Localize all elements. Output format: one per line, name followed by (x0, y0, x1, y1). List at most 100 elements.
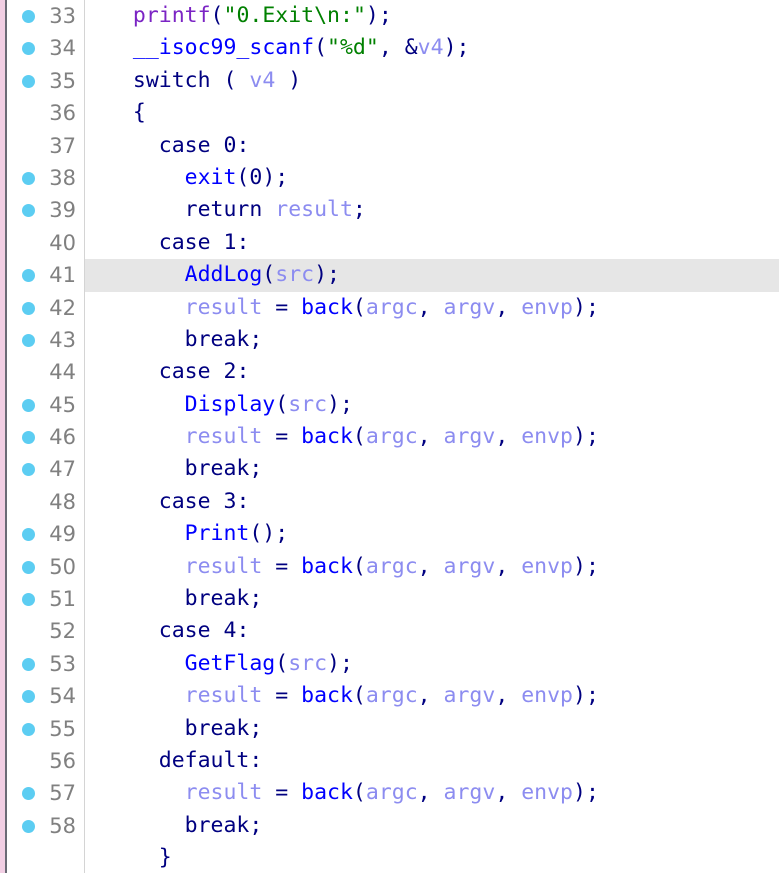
line-gutter[interactable]: 33 (0, 0, 84, 32)
line-number: 54 (49, 684, 76, 709)
line-gutter[interactable]: 58 (0, 810, 84, 842)
code-line-row[interactable]: 42 result = back(argc, argv, envp); (0, 292, 779, 324)
line-number: 40 (49, 230, 76, 255)
code-token: : (249, 747, 263, 773)
line-gutter[interactable]: 35 (0, 65, 84, 97)
line-gutter[interactable]: 53 (0, 648, 84, 680)
code-line-row[interactable]: 55 break; (0, 713, 779, 745)
code-line-text[interactable]: case 2: (85, 356, 250, 388)
code-token: ( (352, 553, 366, 579)
code-token: , (495, 683, 522, 709)
code-line-text[interactable]: case 1: (85, 227, 250, 259)
line-gutter[interactable]: 48 (0, 486, 84, 518)
code-token: ( (275, 391, 289, 417)
code-line-text[interactable]: break; (85, 583, 263, 615)
code-line-row[interactable]: 51 break; (0, 583, 779, 615)
line-gutter[interactable]: 37 (0, 130, 84, 162)
code-token: result (184, 780, 263, 806)
code-line-row[interactable]: } (0, 842, 779, 873)
code-line-text[interactable]: { (85, 97, 146, 129)
code-line-row[interactable]: 53 GetFlag(src); (0, 648, 779, 680)
code-token: "%d" (327, 35, 379, 61)
code-line-row[interactable]: 36 { (0, 97, 779, 129)
code-token: Display (184, 391, 276, 417)
code-line-text[interactable]: result = back(argc, argv, envp); (85, 292, 599, 324)
line-gutter[interactable]: 55 (0, 713, 84, 745)
code-line-row[interactable]: 48 case 3: (0, 486, 779, 518)
code-token: ( (352, 294, 366, 320)
code-line-row[interactable]: 38 exit(0); (0, 162, 779, 194)
code-line-row[interactable]: 41 AddLog(src); (0, 259, 779, 292)
code-line-text[interactable]: break; (85, 324, 263, 356)
code-line-text[interactable]: return result; (85, 194, 366, 226)
code-line-text[interactable]: result = back(argc, argv, envp); (85, 551, 599, 583)
code-line-text[interactable]: __isoc99_scanf("%d", &v4); (85, 32, 470, 64)
line-gutter[interactable]: 50 (0, 551, 84, 583)
line-gutter[interactable]: 52 (0, 615, 84, 647)
code-line-text[interactable]: case 3: (85, 486, 250, 518)
code-token: __isoc99_scanf (132, 35, 315, 61)
line-gutter[interactable]: 47 (0, 453, 84, 485)
code-line-row[interactable]: 58 break; (0, 810, 779, 842)
line-gutter[interactable] (0, 842, 84, 873)
code-line-row[interactable]: 47 break; (0, 453, 779, 485)
code-token: break (184, 586, 250, 612)
code-line-row[interactable]: 49 Print(); (0, 518, 779, 550)
code-line-text[interactable]: Display(src); (85, 389, 353, 421)
line-gutter[interactable]: 38 (0, 162, 84, 194)
code-token: ( (275, 650, 289, 676)
code-line-text[interactable]: Print(); (85, 518, 289, 550)
code-line-row[interactable]: 45 Display(src); (0, 389, 779, 421)
code-line-row[interactable]: 54 result = back(argc, argv, envp); (0, 680, 779, 712)
code-token: , & (378, 35, 418, 61)
line-gutter[interactable]: 43 (0, 324, 84, 356)
line-gutter[interactable]: 34 (0, 32, 84, 64)
line-gutter[interactable]: 36 (0, 97, 84, 129)
code-line-row[interactable]: 56 default: (0, 745, 779, 777)
code-token: ( (262, 262, 276, 288)
code-line-text[interactable]: exit(0); (85, 162, 289, 194)
line-gutter[interactable]: 41 (0, 259, 84, 291)
code-line-row[interactable]: 46 result = back(argc, argv, envp); (0, 421, 779, 453)
code-line-row[interactable]: 33 printf("0.Exit\n:"); (0, 0, 779, 32)
line-gutter[interactable]: 40 (0, 227, 84, 259)
code-line-text[interactable]: break; (85, 810, 263, 842)
line-gutter[interactable]: 54 (0, 680, 84, 712)
code-line-row[interactable]: 37 case 0: (0, 130, 779, 162)
code-line-text[interactable]: } (85, 842, 172, 873)
pseudocode-editor[interactable]: 33 printf("0.Exit\n:"); 34 __isoc99_scanf("… (0, 0, 779, 873)
line-gutter[interactable]: 44 (0, 356, 84, 388)
code-line-text[interactable]: default: (85, 745, 263, 777)
code-line-text[interactable]: printf("0.Exit\n:"); (85, 0, 392, 32)
code-line-text[interactable]: case 0: (85, 130, 250, 162)
line-gutter[interactable]: 51 (0, 583, 84, 615)
line-gutter[interactable]: 45 (0, 389, 84, 421)
line-gutter[interactable]: 42 (0, 292, 84, 324)
code-line-row[interactable]: 57 result = back(argc, argv, envp); (0, 777, 779, 809)
line-gutter[interactable]: 46 (0, 421, 84, 453)
code-line-row[interactable]: 52 case 4: (0, 615, 779, 647)
code-line-row[interactable]: 40 case 1: (0, 227, 779, 259)
code-token: ; (249, 456, 263, 482)
code-line-text[interactable]: result = back(argc, argv, envp); (85, 680, 599, 712)
line-gutter[interactable]: 56 (0, 745, 84, 777)
code-line-text[interactable]: result = back(argc, argv, envp); (85, 421, 599, 453)
code-line-row[interactable]: 35 switch ( v4 ) (0, 65, 779, 97)
code-line-row[interactable]: 39 return result; (0, 194, 779, 226)
code-line-text[interactable]: break; (85, 453, 263, 485)
code-line-text[interactable]: case 4: (85, 615, 250, 647)
code-line-row[interactable]: 44 case 2: (0, 356, 779, 388)
code-line-text[interactable]: break; (85, 713, 263, 745)
code-line-row[interactable]: 43 break; (0, 324, 779, 356)
code-line-row[interactable]: 34 __isoc99_scanf("%d", &v4); (0, 32, 779, 64)
line-gutter[interactable]: 39 (0, 194, 84, 226)
code-line-row[interactable]: 50 result = back(argc, argv, envp); (0, 551, 779, 583)
code-token: v4 (249, 67, 276, 93)
code-line-text[interactable]: AddLog(src); (85, 259, 340, 291)
code-line-text[interactable]: GetFlag(src); (85, 648, 353, 680)
line-gutter[interactable]: 57 (0, 777, 84, 809)
line-gutter[interactable]: 49 (0, 518, 84, 550)
code-line-text[interactable]: switch ( v4 ) (85, 65, 301, 97)
code-token: ( (236, 164, 250, 190)
code-line-text[interactable]: result = back(argc, argv, envp); (85, 777, 599, 809)
